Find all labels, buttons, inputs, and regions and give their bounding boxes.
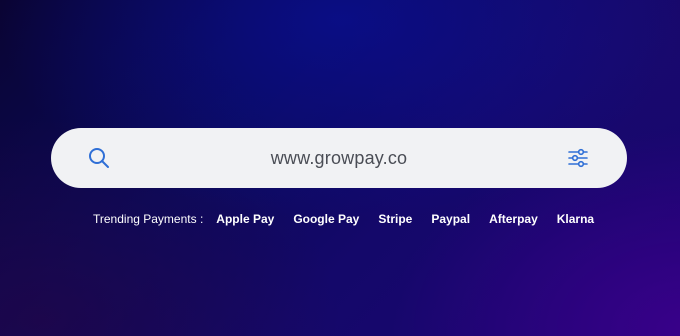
search-bar[interactable]: www.growpay.co [51,128,627,188]
sliders-icon[interactable] [567,148,589,168]
trending-label: Trending Payments : [93,212,204,226]
search-input[interactable]: www.growpay.co [141,128,537,188]
trending-item-paypal[interactable]: Paypal [431,212,470,226]
trending-item-klarna[interactable]: Klarna [557,212,594,226]
trending-item-google-pay[interactable]: Google Pay [293,212,359,226]
trending-item-apple-pay[interactable]: Apple Pay [216,212,274,226]
trending-item-afterpay[interactable]: Afterpay [489,212,538,226]
trending-payments: Trending Payments : Apple Pay Google Pay… [93,211,594,227]
trending-item-stripe[interactable]: Stripe [378,212,412,226]
search-icon[interactable] [88,147,110,169]
